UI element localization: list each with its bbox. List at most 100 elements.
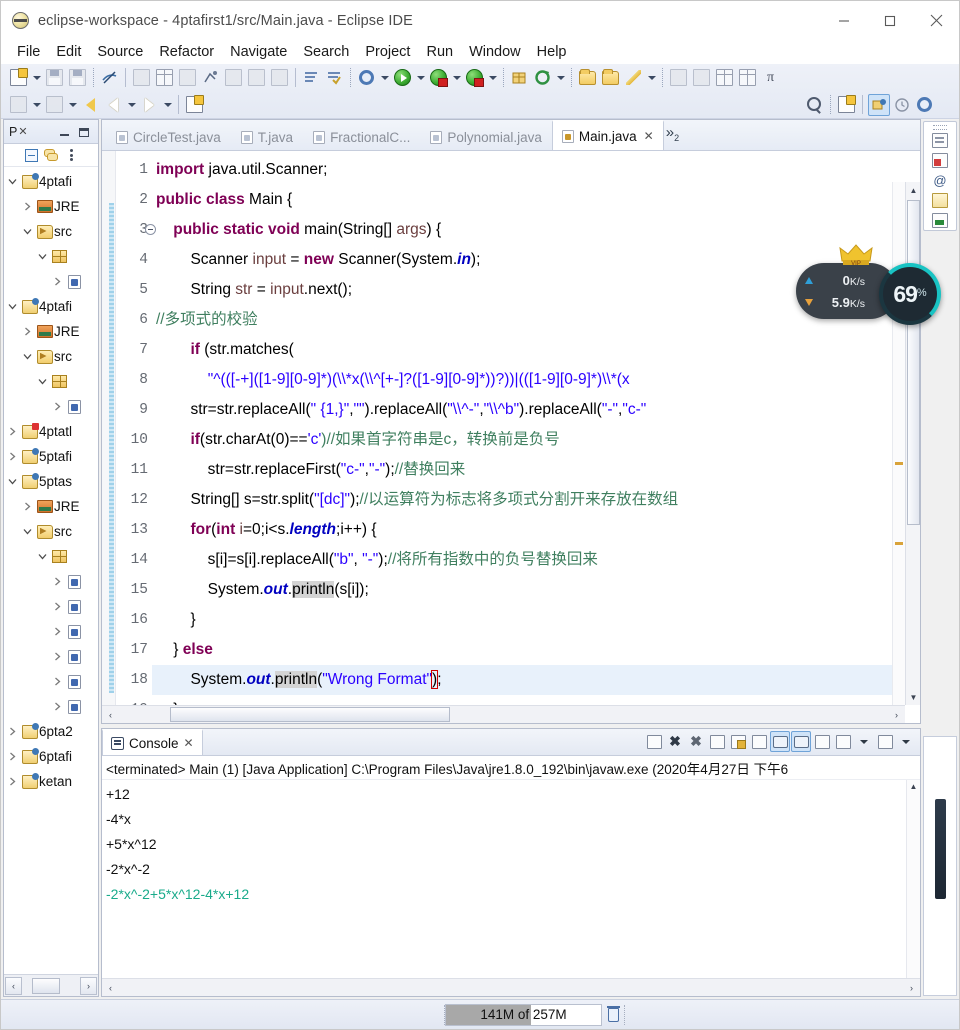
problems-view-button[interactable]: [929, 152, 951, 170]
tree-item[interactable]: [4, 669, 98, 694]
back-hollow-button[interactable]: [102, 93, 125, 116]
javadoc-view-button[interactable]: @: [929, 172, 951, 190]
step-over-button[interactable]: [153, 66, 176, 89]
tree-item[interactable]: [4, 594, 98, 619]
console-vscrollbar[interactable]: ▲: [906, 780, 920, 978]
new-java-package-button[interactable]: [508, 66, 531, 89]
previous-edit-dropdown[interactable]: [30, 93, 43, 116]
run-as-button[interactable]: [427, 66, 450, 89]
step-into-button[interactable]: [222, 66, 245, 89]
scroll-left-button[interactable]: ‹: [102, 706, 119, 723]
open-console-dropdown[interactable]: [896, 731, 916, 752]
chevron-right-icon[interactable]: [49, 702, 65, 711]
overview-marker[interactable]: [895, 542, 903, 545]
declaration-view-button[interactable]: [929, 192, 951, 210]
tree-item[interactable]: 4ptatl: [4, 419, 98, 444]
scroll-right-button[interactable]: ›: [80, 976, 97, 995]
save-all-button[interactable]: [66, 66, 89, 89]
toggle-annotations-button[interactable]: [98, 66, 121, 89]
chevron-down-icon[interactable]: [34, 252, 50, 261]
menu-project[interactable]: Project: [357, 42, 418, 62]
pilcrow-button[interactable]: π: [759, 66, 782, 89]
tree-item[interactable]: src: [4, 219, 98, 244]
menu-search[interactable]: Search: [295, 42, 357, 62]
run-button[interactable]: [391, 66, 414, 89]
open-type-button[interactable]: [300, 66, 323, 89]
display-selected-console-button[interactable]: [833, 731, 853, 752]
maximize-view-button[interactable]: [76, 124, 92, 140]
tree-item[interactable]: [4, 394, 98, 419]
next-edit-dropdown[interactable]: [66, 93, 79, 116]
editor-tab[interactable]: Main.java ✕: [551, 120, 664, 150]
editor-tab[interactable]: FractionalC...: [303, 123, 420, 150]
package-explorer-hscrollbar[interactable]: ‹ ›: [4, 974, 98, 996]
more-tabs-button[interactable]: »2: [664, 124, 683, 147]
chevron-right-icon[interactable]: [49, 602, 65, 611]
code-line[interactable]: for(int i=0;i<s.length;i++) {: [152, 515, 920, 545]
show-console-on-output-button[interactable]: [770, 731, 790, 752]
chevron-right-icon[interactable]: [19, 502, 35, 511]
code-line[interactable]: str=str.replaceAll(" {1,}","").replaceAl…: [152, 395, 920, 425]
chevron-down-icon[interactable]: [4, 177, 20, 186]
collapse-all-button[interactable]: [22, 146, 40, 164]
code-line[interactable]: if(str.charAt(0)=='c')//如果首字符串是c，转换前是负号: [152, 425, 920, 455]
scroll-down-button[interactable]: ▼: [906, 689, 920, 705]
chevron-right-icon[interactable]: [19, 327, 35, 336]
back-button[interactable]: [79, 93, 102, 116]
tree-item[interactable]: [4, 544, 98, 569]
menu-help[interactable]: Help: [529, 42, 575, 62]
run-as-dropdown[interactable]: [450, 66, 463, 89]
tree-item[interactable]: 4ptafi: [4, 294, 98, 319]
code-line[interactable]: import java.util.Scanner;: [152, 155, 920, 185]
chevron-right-icon[interactable]: [4, 777, 20, 786]
tree-item[interactable]: src: [4, 519, 98, 544]
minimize-view-button[interactable]: [56, 124, 72, 140]
editor-tab[interactable]: CircleTest.java: [106, 123, 231, 150]
editor-vscrollbar[interactable]: ▲ ▼: [905, 182, 920, 705]
debug-dropdown[interactable]: [378, 66, 391, 89]
project-tree[interactable]: 4ptafi JRE src 4ptafi JRE src 4ptatl 5ptafi 5pta…: [4, 167, 98, 974]
code-content[interactable]: import java.util.Scanner; public class Ma…: [152, 151, 920, 723]
run-gc-button[interactable]: [602, 1004, 624, 1026]
menu-file[interactable]: File: [9, 42, 48, 62]
rail-drag-handle[interactable]: [933, 125, 947, 130]
previous-edit-button[interactable]: [7, 93, 30, 116]
scroll-right-button[interactable]: ›: [888, 706, 905, 723]
task-list-view-button[interactable]: [929, 212, 951, 230]
debug-button[interactable]: [355, 66, 378, 89]
disconnect-button[interactable]: [199, 66, 222, 89]
tree-item[interactable]: 5ptafi: [4, 444, 98, 469]
run-dropdown[interactable]: [414, 66, 427, 89]
code-line[interactable]: s[i]=s[i].replaceAll("b", "-");//将所有指数中的…: [152, 545, 920, 575]
next-annotation-button[interactable]: [713, 66, 736, 89]
editor-marker-column[interactable]: [102, 151, 116, 723]
code-line[interactable]: } else: [152, 635, 920, 665]
scroll-lock-button[interactable]: [728, 731, 748, 752]
tree-item[interactable]: 5ptas: [4, 469, 98, 494]
back-dropdown[interactable]: [125, 93, 138, 116]
editor-tab[interactable]: T.java: [231, 123, 303, 150]
chevron-down-icon[interactable]: [19, 527, 35, 536]
chevron-right-icon[interactable]: [49, 652, 65, 661]
chevron-right-icon[interactable]: [4, 427, 20, 436]
code-line[interactable]: System.out.println("Wrong Format");: [152, 665, 920, 695]
tree-item[interactable]: [4, 244, 98, 269]
editor-body[interactable]: 1234567891011121314151617181920 import j…: [102, 151, 920, 723]
chevron-down-icon[interactable]: [4, 302, 20, 311]
chevron-right-icon[interactable]: [49, 677, 65, 686]
close-icon[interactable]: ✕: [644, 129, 654, 143]
tree-item[interactable]: [4, 269, 98, 294]
new-wizard-dropdown[interactable]: [30, 66, 43, 89]
scroll-right-button[interactable]: ›: [903, 979, 920, 997]
code-line[interactable]: public static void main(String[] args) {: [152, 215, 920, 245]
open-resource-button[interactable]: [576, 66, 599, 89]
perspective-debug-button[interactable]: [913, 93, 936, 116]
display-console-dropdown[interactable]: [854, 731, 874, 752]
scroll-up-button[interactable]: ▲: [907, 780, 920, 791]
terminate-button[interactable]: [176, 66, 199, 89]
menu-refactor[interactable]: Refactor: [151, 42, 222, 62]
skip-breakpoints-button[interactable]: [130, 66, 153, 89]
open-console-button[interactable]: [875, 731, 895, 752]
new-window-button[interactable]: [183, 93, 206, 116]
editor-hscrollbar[interactable]: ‹ ›: [102, 705, 905, 723]
